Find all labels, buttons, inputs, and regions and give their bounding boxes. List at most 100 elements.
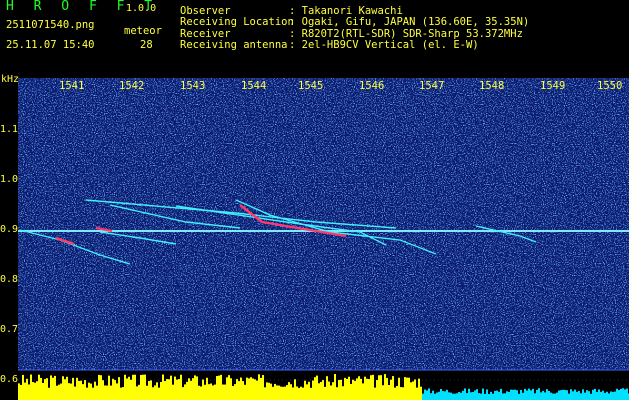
signal-bar [48,387,50,400]
signal-bar [374,387,376,400]
signal-bar [292,387,294,400]
signal-bar [28,384,30,400]
signal-bar [418,378,420,400]
signal-bar [84,380,86,400]
signal-bar [526,390,528,400]
signal-bar [454,393,456,400]
signal-bar [384,374,386,400]
signal-bar [338,380,340,400]
signal-bar [372,374,374,400]
signal-bar [406,377,408,400]
signal-bar [130,379,132,400]
signal-bar [446,389,448,400]
signal-bar [528,388,530,400]
signal-bar [538,388,540,400]
x-tick: 1549 [540,80,566,92]
signal-bar [306,384,308,400]
signal-bar [618,389,620,400]
signal-bar [582,389,584,400]
signal-bar [230,378,232,400]
signal-bar [294,379,296,400]
signal-bar [126,378,128,400]
signal-bar [296,386,298,400]
signal-bar [180,374,182,400]
signal-bar [462,390,464,400]
signal-bar [550,392,552,400]
signal-bar [470,392,472,400]
signal-bar [516,390,518,400]
signal-bar [282,386,284,400]
signal-bar [424,389,426,400]
signal-bar [578,391,580,400]
signal-bar [158,387,160,400]
signal-bar [452,393,454,400]
signal-bar [46,378,48,400]
y-tick: 0.9 [0,224,19,235]
signal-bar [334,374,336,400]
signal-bar [274,383,276,400]
signal-bar [170,375,172,400]
signal-bar [396,385,398,400]
signal-bar [60,383,62,400]
signal-bar [598,389,600,400]
signal-bar [218,375,220,400]
signal-bar [286,385,288,400]
signal-bar [36,381,38,400]
signal-strength-strip [18,374,629,400]
signal-bar [492,393,494,400]
signal-bar [266,382,268,400]
signal-bar [190,380,192,400]
signal-bar [420,386,422,400]
signal-bar [136,386,138,400]
signal-bar [330,385,332,400]
signal-bar [54,375,56,400]
signal-bar [438,391,440,400]
signal-bar [120,387,122,400]
signal-bar [588,391,590,400]
signal-bar [202,379,204,400]
signal-bar [188,378,190,400]
signal-bar [468,388,470,400]
signal-bar [594,388,596,400]
signal-bar [34,382,36,400]
x-tick: 1543 [180,80,206,92]
signal-bar [240,377,242,400]
signal-bar [72,377,74,400]
x-tick: 1545 [298,80,324,92]
signal-bar [476,389,478,400]
signal-bar [226,377,228,400]
signal-bar [284,386,286,400]
signal-bar [336,387,338,400]
signal-bar [290,384,292,400]
signal-bar [368,379,370,400]
signal-bar [144,374,146,400]
signal-bar [486,389,488,400]
signal-bar [622,388,624,400]
signal-bar [450,392,452,400]
x-tick: 1548 [479,80,505,92]
signal-bar [362,383,364,400]
signal-bar [484,393,486,400]
x-tick: 1550 [597,80,623,92]
x-tick: 1541 [59,80,85,92]
signal-bar [410,382,412,400]
signal-bar [40,377,42,400]
signal-bar [366,378,368,400]
signal-bar [210,383,212,400]
signal-bar [610,391,612,400]
signal-bar [544,392,546,400]
signal-bar [560,390,562,400]
signal-bar [194,375,196,400]
signal-bar [504,393,506,400]
y-tick: 0.8 [0,274,19,285]
signal-bar [304,380,306,400]
signal-bar [530,390,532,400]
signal-bar [376,380,378,400]
signal-bar [506,391,508,400]
signal-bar [232,386,234,400]
signal-bar [522,392,524,400]
signal-bar [262,375,264,400]
signal-bar [64,379,66,400]
signal-bar [312,380,314,400]
x-tick: 1547 [419,80,445,92]
